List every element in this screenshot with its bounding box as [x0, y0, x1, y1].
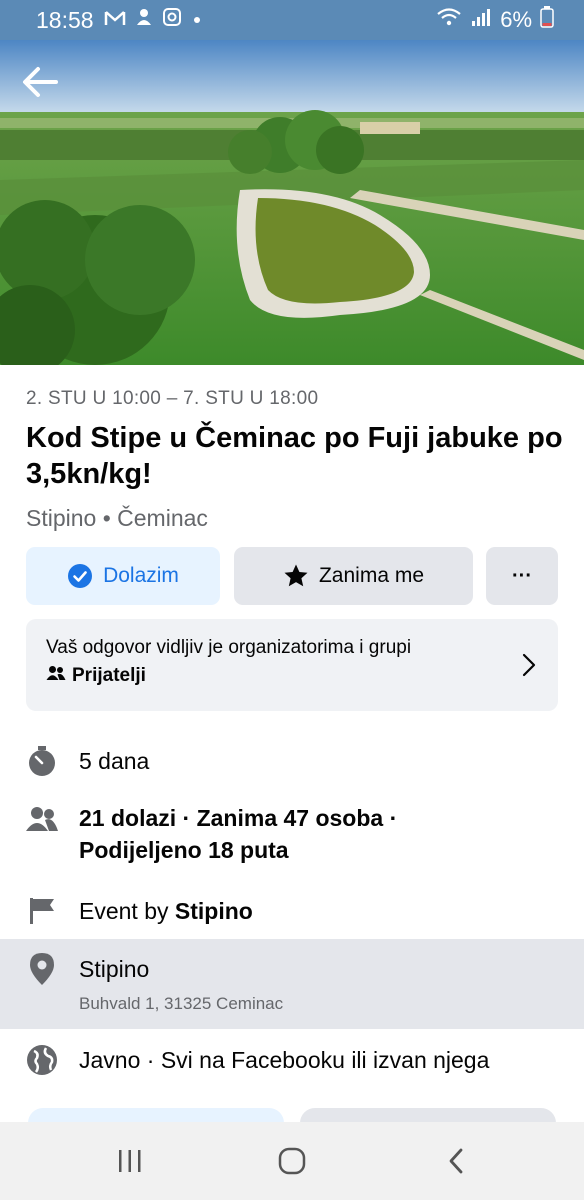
duration-text: 5 dana — [79, 748, 150, 774]
back-arrow-icon[interactable] — [20, 62, 60, 102]
attendance-line-1: 21 dolazi · Zanima 47 osoba · — [79, 805, 398, 831]
status-bar: 18:58 6% — [0, 0, 584, 40]
organizer-name[interactable]: Stipino — [175, 898, 253, 924]
place-address: Buhvald 1, 31325 Ceminac — [79, 994, 284, 1013]
status-right: 6% — [436, 0, 554, 40]
attendance-line-2: Podijeljeno 18 puta — [79, 837, 289, 863]
globe-icon — [25, 1043, 59, 1077]
notification-icons — [104, 7, 204, 33]
place-name: Stipino — [79, 956, 150, 982]
wifi-icon — [436, 7, 462, 33]
dot-icon — [190, 7, 204, 33]
back-nav-icon[interactable] — [436, 1146, 476, 1176]
duration-row: 5 dana — [0, 743, 584, 779]
home-icon[interactable] — [272, 1146, 312, 1176]
stopwatch-icon — [25, 744, 59, 778]
visibility-audience: Prijatelji — [46, 665, 538, 687]
signal-icon — [470, 7, 492, 33]
event-host-location[interactable]: Stipino • Čeminac — [26, 505, 208, 532]
attendance-row[interactable]: 21 dolazi · Zanima 47 osoba · Podijeljen… — [0, 802, 584, 870]
flag-icon — [25, 894, 59, 928]
more-dots-icon: ··· — [512, 564, 532, 587]
organizer-text: Event by Stipino — [79, 895, 253, 927]
interested-button[interactable]: Zanima me — [234, 547, 473, 605]
response-visibility-card[interactable]: Vaš odgovor vidljiv je organizatorima i … — [26, 619, 558, 711]
friends-icon — [46, 665, 66, 687]
instagram-icon — [162, 7, 182, 33]
chevron-right-icon — [522, 653, 536, 682]
location-pin-icon — [25, 952, 59, 986]
going-label: Dolazim — [103, 564, 179, 587]
battery-icon — [540, 6, 554, 34]
event-by-prefix: Event by — [79, 898, 175, 924]
location-text: Stipino Buhvald 1, 31325 Ceminac — [79, 953, 283, 1020]
privacy-text: Javno · Svi na Facebooku ili izvan njega — [79, 1047, 490, 1073]
audience-label: Prijatelji — [72, 665, 146, 686]
event-cover-image — [0, 40, 584, 365]
ghost-icon — [134, 7, 154, 33]
interested-label: Zanima me — [318, 564, 425, 587]
system-navigation-bar — [0, 1122, 584, 1200]
gmail-icon — [104, 7, 126, 33]
event-date-range: 2. STU U 10:00 – 7. STU U 18:00 — [26, 388, 319, 409]
recent-apps-icon[interactable] — [110, 1146, 150, 1176]
status-time: 18:58 — [36, 6, 94, 33]
organizer-row[interactable]: Event by Stipino — [0, 893, 584, 929]
attendance-text: 21 dolazi · Zanima 47 osoba · Podijeljen… — [79, 802, 397, 866]
going-button[interactable]: Dolazim — [26, 547, 220, 605]
privacy-row: Javno · Svi na Facebooku ili izvan njega — [0, 1042, 584, 1078]
event-title: Kod Stipe u Čeminac po Fuji jabuke po 3,… — [26, 422, 563, 490]
star-icon — [283, 563, 309, 589]
more-options-button[interactable]: ··· — [486, 547, 558, 605]
people-icon — [25, 802, 59, 836]
location-row[interactable]: Stipino Buhvald 1, 31325 Ceminac — [0, 939, 584, 1029]
check-circle-icon — [67, 563, 93, 589]
visibility-text: Vaš odgovor vidljiv je organizatorima i … — [46, 637, 412, 658]
battery-percent: 6% — [500, 7, 532, 32]
